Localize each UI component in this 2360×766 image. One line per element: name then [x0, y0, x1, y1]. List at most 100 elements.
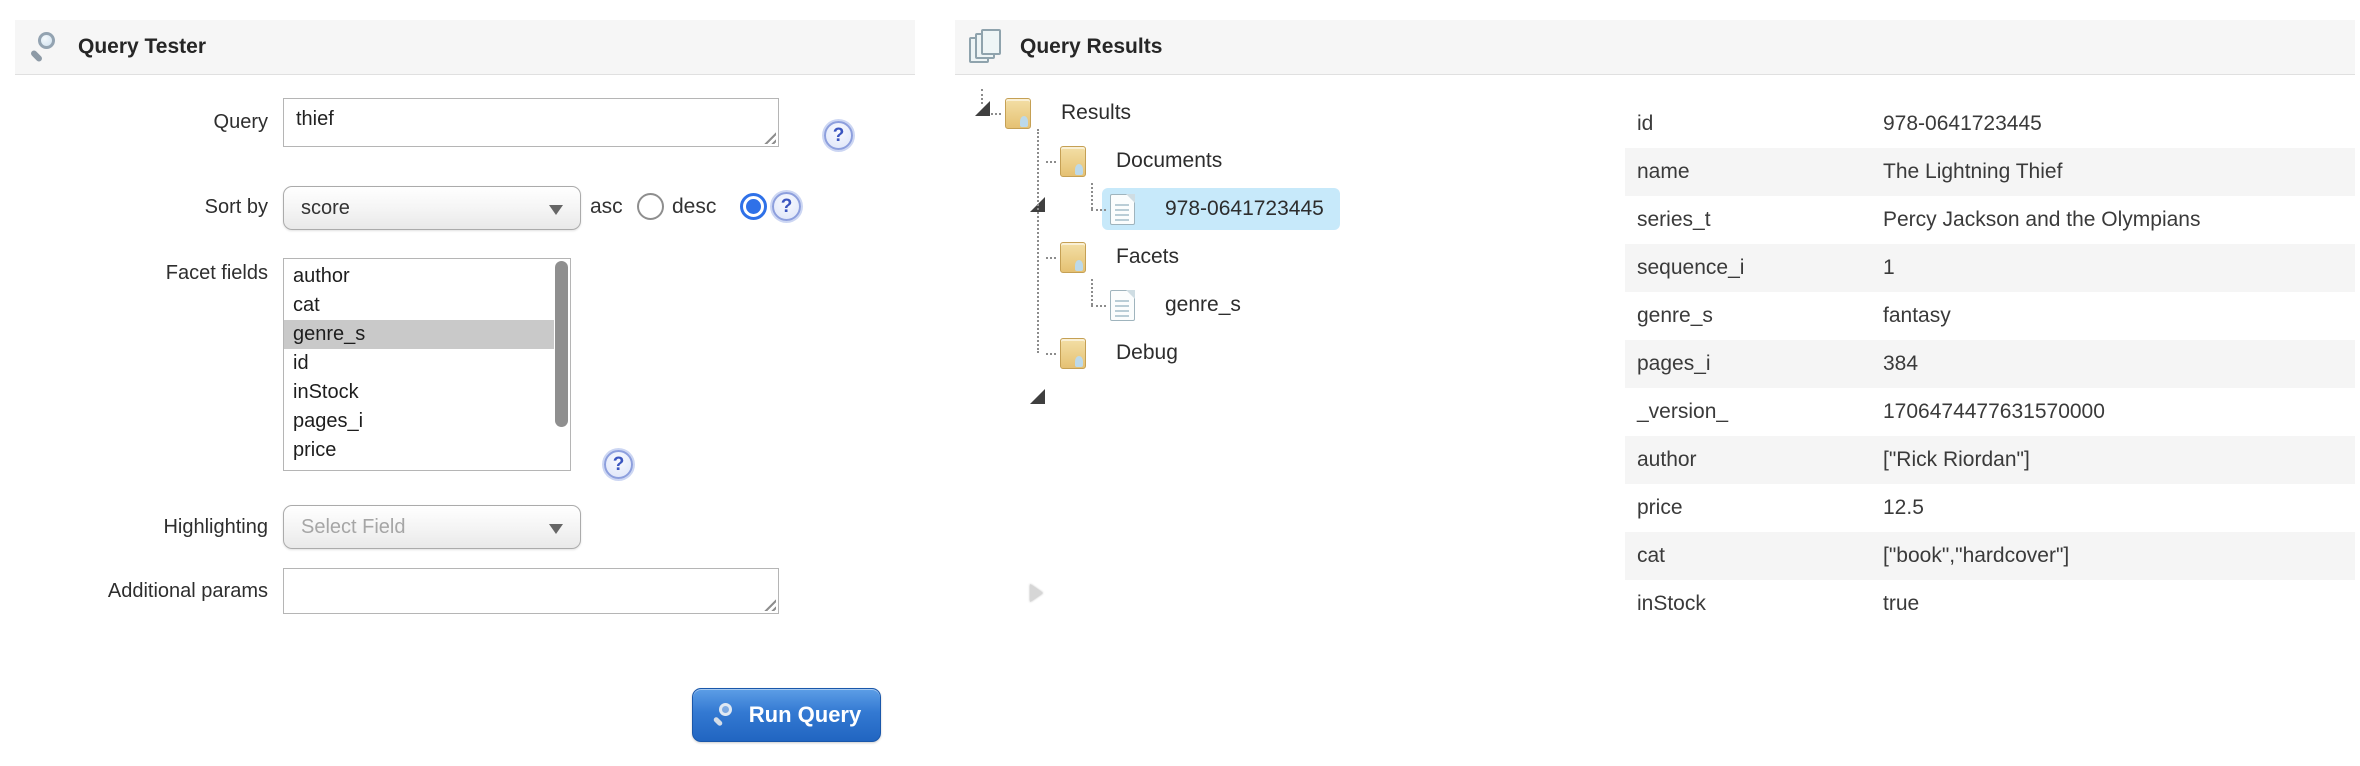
- detail-value: 12.5: [1883, 496, 2355, 520]
- detail-key: genre_s: [1625, 304, 1883, 328]
- document-icon: [1110, 194, 1135, 225]
- tree-connector: [1046, 353, 1056, 355]
- tree-connector: [1091, 279, 1093, 305]
- sort-help-icon[interactable]: ?: [772, 192, 801, 221]
- facet-fields-list[interactable]: authorcatgenre_sidinStockpages_iprice: [283, 258, 571, 471]
- tree-node-label: Results: [1061, 101, 1131, 125]
- documents-stack-icon: [969, 28, 1005, 66]
- tree-node[interactable]: Results: [955, 89, 1605, 137]
- query-help-icon[interactable]: ?: [824, 121, 853, 150]
- detail-key: cat: [1625, 544, 1883, 568]
- detail-value: 384: [1883, 352, 2355, 376]
- highlighting-label: Highlighting: [15, 516, 268, 539]
- detail-key: pages_i: [1625, 352, 1883, 376]
- collapse-icon[interactable]: [1030, 389, 1045, 404]
- tree-node[interactable]: 978-0641723445: [955, 185, 1605, 233]
- tree-connector: [1091, 305, 1106, 307]
- tree-node-label: Documents: [1116, 149, 1222, 173]
- query-input[interactable]: thief: [283, 98, 779, 147]
- tree-node-selected[interactable]: 978-0641723445: [1102, 188, 1340, 230]
- results-tree: Results Documents 978-0641723445 Facets genr…: [955, 89, 1605, 389]
- query-results-title: Query Results: [1020, 35, 1162, 59]
- detail-row: series_tPercy Jackson and the Olympians: [1625, 196, 2355, 244]
- tree-connector: [1037, 129, 1039, 353]
- facet-option[interactable]: inStock: [284, 378, 554, 407]
- detail-value: fantasy: [1883, 304, 2355, 328]
- facet-option[interactable]: genre_s: [284, 320, 554, 349]
- detail-row: genre_sfantasy: [1625, 292, 2355, 340]
- tree-node[interactable]: genre_s: [955, 281, 1605, 329]
- facet-option[interactable]: author: [284, 262, 554, 291]
- tree-connector: [1046, 257, 1056, 259]
- tree-node-item[interactable]: Results: [997, 92, 1147, 134]
- tree-node-item[interactable]: genre_s: [1102, 284, 1257, 326]
- detail-key: price: [1625, 496, 1883, 520]
- desc-label: desc: [672, 195, 716, 219]
- detail-key: sequence_i: [1625, 256, 1883, 280]
- folder-icon: [1060, 242, 1086, 273]
- facet-fields-label: Facet fields: [15, 262, 268, 285]
- tree-connector: [991, 113, 1001, 115]
- folder-icon: [1060, 338, 1086, 369]
- detail-row: _version_1706474477631570000: [1625, 388, 2355, 436]
- detail-row: price12.5: [1625, 484, 2355, 532]
- desc-radio[interactable]: [740, 193, 767, 220]
- detail-value: ["Rick Riordan"]: [1883, 448, 2355, 472]
- detail-row: sequence_i1: [1625, 244, 2355, 292]
- sort-by-selected-value: score: [301, 197, 350, 220]
- chevron-down-icon: [549, 205, 563, 215]
- detail-row: nameThe Lightning Thief: [1625, 148, 2355, 196]
- run-query-button[interactable]: Run Query: [692, 688, 881, 742]
- detail-key: inStock: [1625, 592, 1883, 616]
- facet-help-icon[interactable]: ?: [604, 450, 633, 479]
- folder-icon: [1060, 146, 1086, 177]
- asc-label: asc: [590, 195, 623, 219]
- magnifier-icon: [712, 702, 738, 728]
- detail-key: series_t: [1625, 208, 1883, 232]
- expand-icon[interactable]: [1030, 584, 1043, 602]
- sort-by-label: Sort by: [15, 196, 268, 219]
- tree-node-item[interactable]: Documents: [1052, 140, 1238, 182]
- chevron-down-icon: [549, 524, 563, 534]
- tree-connector: [1091, 183, 1093, 209]
- highlighting-select[interactable]: Select Field: [283, 505, 581, 549]
- detail-row: id978-0641723445: [1625, 100, 2355, 148]
- highlighting-placeholder: Select Field: [301, 516, 406, 539]
- scrollbar-thumb[interactable]: [555, 261, 568, 427]
- query-label: Query: [15, 111, 268, 134]
- detail-value: Percy Jackson and the Olympians: [1883, 208, 2355, 232]
- additional-params-input[interactable]: [283, 568, 779, 614]
- detail-row: inStocktrue: [1625, 580, 2355, 628]
- detail-key: author: [1625, 448, 1883, 472]
- result-detail-table: id978-0641723445nameThe Lightning Thiefs…: [1625, 100, 2355, 628]
- tree-node-label: genre_s: [1165, 293, 1241, 317]
- tree-node-label: 978-0641723445: [1165, 197, 1324, 221]
- detail-value: The Lightning Thief: [1883, 160, 2355, 184]
- asc-radio[interactable]: [637, 193, 664, 220]
- detail-key: _version_: [1625, 400, 1883, 424]
- query-tester-title: Query Tester: [78, 35, 206, 59]
- tree-node-label: Facets: [1116, 245, 1179, 269]
- tree-connector: [1091, 209, 1106, 211]
- detail-row: pages_i384: [1625, 340, 2355, 388]
- document-icon: [1110, 290, 1135, 321]
- facet-option[interactable]: id: [284, 349, 554, 378]
- tree-node-item[interactable]: Facets: [1052, 236, 1195, 278]
- tree-node-item[interactable]: Debug: [1052, 332, 1194, 374]
- detail-value: 1706474477631570000: [1883, 400, 2355, 424]
- detail-value: 978-0641723445: [1883, 112, 2355, 136]
- detail-value: 1: [1883, 256, 2355, 280]
- query-tester-header: Query Tester: [15, 20, 915, 75]
- additional-params-label: Additional params: [15, 580, 268, 603]
- run-query-label: Run Query: [749, 702, 861, 728]
- detail-value: ["book","hardcover"]: [1883, 544, 2355, 568]
- facet-option[interactable]: pages_i: [284, 407, 554, 436]
- query-tester-screen: Query Tester Query thief ? Sort by score…: [0, 0, 2360, 766]
- tree-node-label: Debug: [1116, 341, 1178, 365]
- magnifier-icon: [29, 30, 63, 64]
- detail-value: true: [1883, 592, 2355, 616]
- facet-option[interactable]: cat: [284, 291, 554, 320]
- facet-option[interactable]: price: [284, 436, 554, 465]
- sort-by-select[interactable]: score: [283, 186, 581, 230]
- detail-key: name: [1625, 160, 1883, 184]
